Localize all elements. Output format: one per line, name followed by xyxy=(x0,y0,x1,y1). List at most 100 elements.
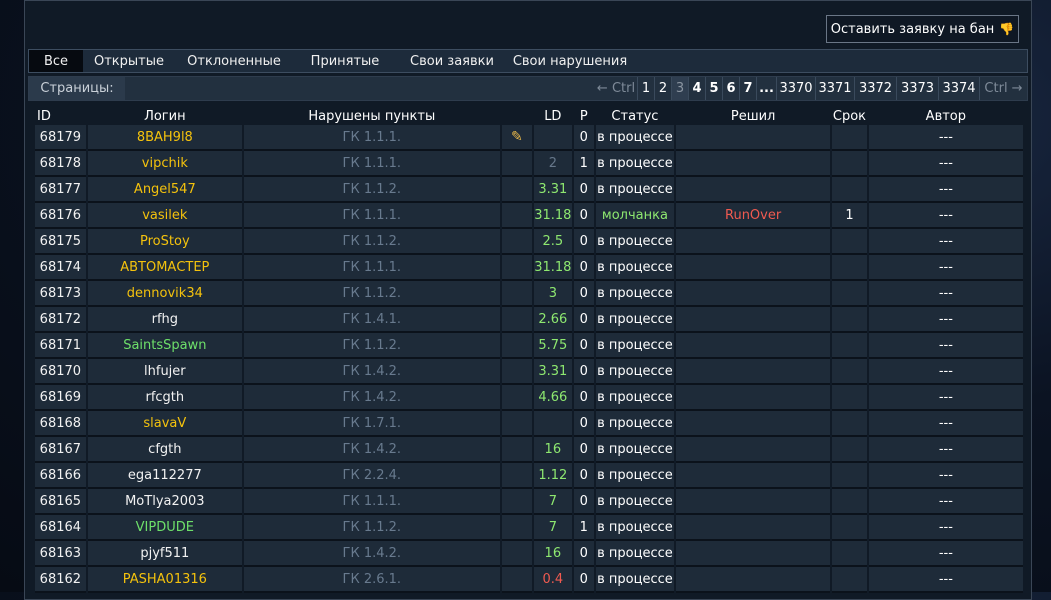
table-row[interactable]: 68171 SaintsSpawn ГК 1.1.2. 5.75 0 в процессе… xyxy=(35,333,1023,359)
row-id: 68179 xyxy=(35,125,86,151)
col-header-decided[interactable]: Решил xyxy=(676,108,830,125)
row-login-link[interactable]: MoTlya2003 xyxy=(87,489,242,515)
row-rules: ГК 1.4.2. xyxy=(243,437,500,463)
page-link-3370[interactable]: 3370 xyxy=(776,77,815,100)
col-header-status[interactable]: Статус xyxy=(596,108,674,125)
page-link-3373[interactable]: 3373 xyxy=(896,77,938,100)
row-decided-by xyxy=(676,255,831,281)
tab-own-requests[interactable]: Свои заявки xyxy=(397,50,507,72)
row-status: в процессе xyxy=(595,463,674,489)
row-login-link[interactable]: slavaV xyxy=(87,411,242,437)
page-link-3374[interactable]: 3374 xyxy=(938,77,979,100)
row-id: 68170 xyxy=(35,359,86,385)
row-term xyxy=(832,515,867,541)
page-current-3: 3 xyxy=(671,77,688,100)
row-ld: 2 xyxy=(534,151,572,177)
page-link-2[interactable]: 2 xyxy=(654,77,671,100)
row-id: 68178 xyxy=(35,151,86,177)
page-link-6[interactable]: 6 xyxy=(722,77,739,100)
row-login-link[interactable]: VIPDUDE xyxy=(87,515,242,541)
tab-own-violations[interactable]: Свои нарушения xyxy=(507,50,633,72)
prev-page-link[interactable]: ← Ctrl xyxy=(595,77,637,100)
row-id: 68166 xyxy=(35,463,86,489)
table-row[interactable]: 68175 ProStoy ГК 1.1.2. 2.5 0 в процессе --- xyxy=(35,229,1023,255)
table-row[interactable]: 68162 PASHA01316 ГК 2.6.1. 0.4 0 в процессе --… xyxy=(35,567,1023,593)
submit-ban-request-button[interactable]: Оставить заявку на бан 👎 xyxy=(826,15,1019,43)
row-login-link[interactable]: SaintsSpawn xyxy=(87,333,242,359)
page-link-3371[interactable]: 3371 xyxy=(815,77,854,100)
row-term xyxy=(832,229,867,255)
table-row[interactable]: 68177 Angel547 ГК 1.1.2. 3.31 0 в процессе --- xyxy=(35,177,1023,203)
table-row[interactable]: 68178 vipchik ГК 1.1.1. 2 1 в процессе --- xyxy=(35,151,1023,177)
table-row[interactable]: 68164 VIPDUDE ГК 1.1.2. 7 1 в процессе --- xyxy=(35,515,1023,541)
row-term: 1 xyxy=(832,203,867,229)
row-decided-by xyxy=(676,437,831,463)
row-login-link[interactable]: ega112277 xyxy=(87,463,242,489)
next-page-link[interactable]: Ctrl → xyxy=(979,77,1027,100)
row-login-link[interactable]: PASHA01316 xyxy=(87,567,242,593)
row-login-link[interactable]: pjyf511 xyxy=(87,541,242,567)
row-login-link[interactable]: vasilek xyxy=(87,203,242,229)
row-login-link[interactable]: rfcgth xyxy=(87,385,242,411)
table-row[interactable]: 68169 rfcgth ГК 1.4.2. 4.66 0 в процессе --- xyxy=(35,385,1023,411)
row-login-link[interactable]: vipchik xyxy=(87,151,242,177)
row-login-link[interactable]: dennovik34 xyxy=(87,281,242,307)
row-login-link[interactable]: Angel547 xyxy=(87,177,242,203)
row-login-link[interactable]: lhfujer xyxy=(87,359,242,385)
col-header-ld[interactable]: LD xyxy=(534,108,572,125)
row-p: 0 xyxy=(573,463,594,489)
page-link-5[interactable]: 5 xyxy=(705,77,722,100)
row-edit-cell xyxy=(501,359,533,385)
table-row[interactable]: 68170 lhfujer ГК 1.4.2. 3.31 0 в процессе --- xyxy=(35,359,1023,385)
row-edit-cell: ✎ xyxy=(501,125,533,151)
table-row[interactable]: 68168 slavaV ГК 1.7.1. 0 в процессе --- xyxy=(35,411,1023,437)
row-decided-by xyxy=(676,177,831,203)
table-row[interactable]: 68165 MoTlya2003 ГК 1.1.1. 7 0 в процессе --- xyxy=(35,489,1023,515)
table-row[interactable]: 68173 dennovik34 ГК 1.1.2. 3 0 в процессе --- xyxy=(35,281,1023,307)
row-login-link[interactable]: rfhg xyxy=(87,307,242,333)
pagination-bar: Страницы: ← Ctrl 1 2 3 4 5 6 7 ... 3370 … xyxy=(28,76,1028,101)
row-ld xyxy=(534,125,572,151)
row-id: 68175 xyxy=(35,229,86,255)
tab-open[interactable]: Открытые xyxy=(83,50,175,72)
col-header-author[interactable]: Автор xyxy=(869,108,1023,125)
row-status: в процессе xyxy=(595,255,674,281)
row-id: 68173 xyxy=(35,281,86,307)
table-row[interactable]: 68163 pjyf511 ГК 1.4.2. 16 0 в процессе --- xyxy=(35,541,1023,567)
row-login-link[interactable]: cfgth xyxy=(87,437,242,463)
row-ld xyxy=(534,411,572,437)
tab-rejected[interactable]: Отклоненные xyxy=(175,50,293,72)
page-link-4[interactable]: 4 xyxy=(688,77,705,100)
tab-accepted[interactable]: Принятые xyxy=(293,50,397,72)
col-header-p[interactable]: P xyxy=(574,108,594,125)
row-author: --- xyxy=(868,463,1023,489)
col-header-login[interactable]: Логин xyxy=(88,108,242,125)
table-row[interactable]: 68174 АВТОМАСТЕР ГК 1.1.1. 31.18 0 в процессе… xyxy=(35,255,1023,281)
row-rules: ГК 1.7.1. xyxy=(243,411,500,437)
col-header-rules[interactable]: Нарушены пункты xyxy=(244,108,500,125)
col-header-term[interactable]: Срок xyxy=(832,108,866,125)
row-login-link[interactable]: 8BAH9l8 xyxy=(87,125,242,151)
page-ellipsis: ... xyxy=(756,77,776,100)
table-row[interactable]: 68167 cfgth ГК 1.4.2. 16 0 в процессе --- xyxy=(35,437,1023,463)
tab-all[interactable]: Все xyxy=(29,50,83,72)
row-decided-by xyxy=(676,333,831,359)
row-p: 1 xyxy=(573,515,594,541)
page-link-7[interactable]: 7 xyxy=(739,77,756,100)
row-login-link[interactable]: АВТОМАСТЕР xyxy=(87,255,242,281)
page-link-3372[interactable]: 3372 xyxy=(854,77,896,100)
row-ld: 3.31 xyxy=(534,177,572,203)
page-link-1[interactable]: 1 xyxy=(637,77,654,100)
row-status: в процессе xyxy=(595,541,674,567)
row-status: в процессе xyxy=(595,229,674,255)
row-ld: 31.18 xyxy=(534,255,572,281)
table-row[interactable]: 68172 rfhg ГК 1.4.1. 2.66 0 в процессе --- xyxy=(35,307,1023,333)
table-row[interactable]: 68179 8BAH9l8 ГК 1.1.1. ✎ 0 в процессе --- xyxy=(35,125,1023,151)
pencil-icon[interactable]: ✎ xyxy=(511,129,523,145)
row-login-link[interactable]: ProStoy xyxy=(87,229,242,255)
table-row[interactable]: 68176 vasilek ГК 1.1.1. 31.18 0 молчанка RunOv… xyxy=(35,203,1023,229)
row-p: 0 xyxy=(573,125,594,151)
ban-button-label: Оставить заявку на бан xyxy=(830,21,995,37)
col-header-id[interactable]: ID xyxy=(35,108,86,125)
table-row[interactable]: 68166 ega112277 ГК 2.2.4. 1.12 0 в процессе --… xyxy=(35,463,1023,489)
